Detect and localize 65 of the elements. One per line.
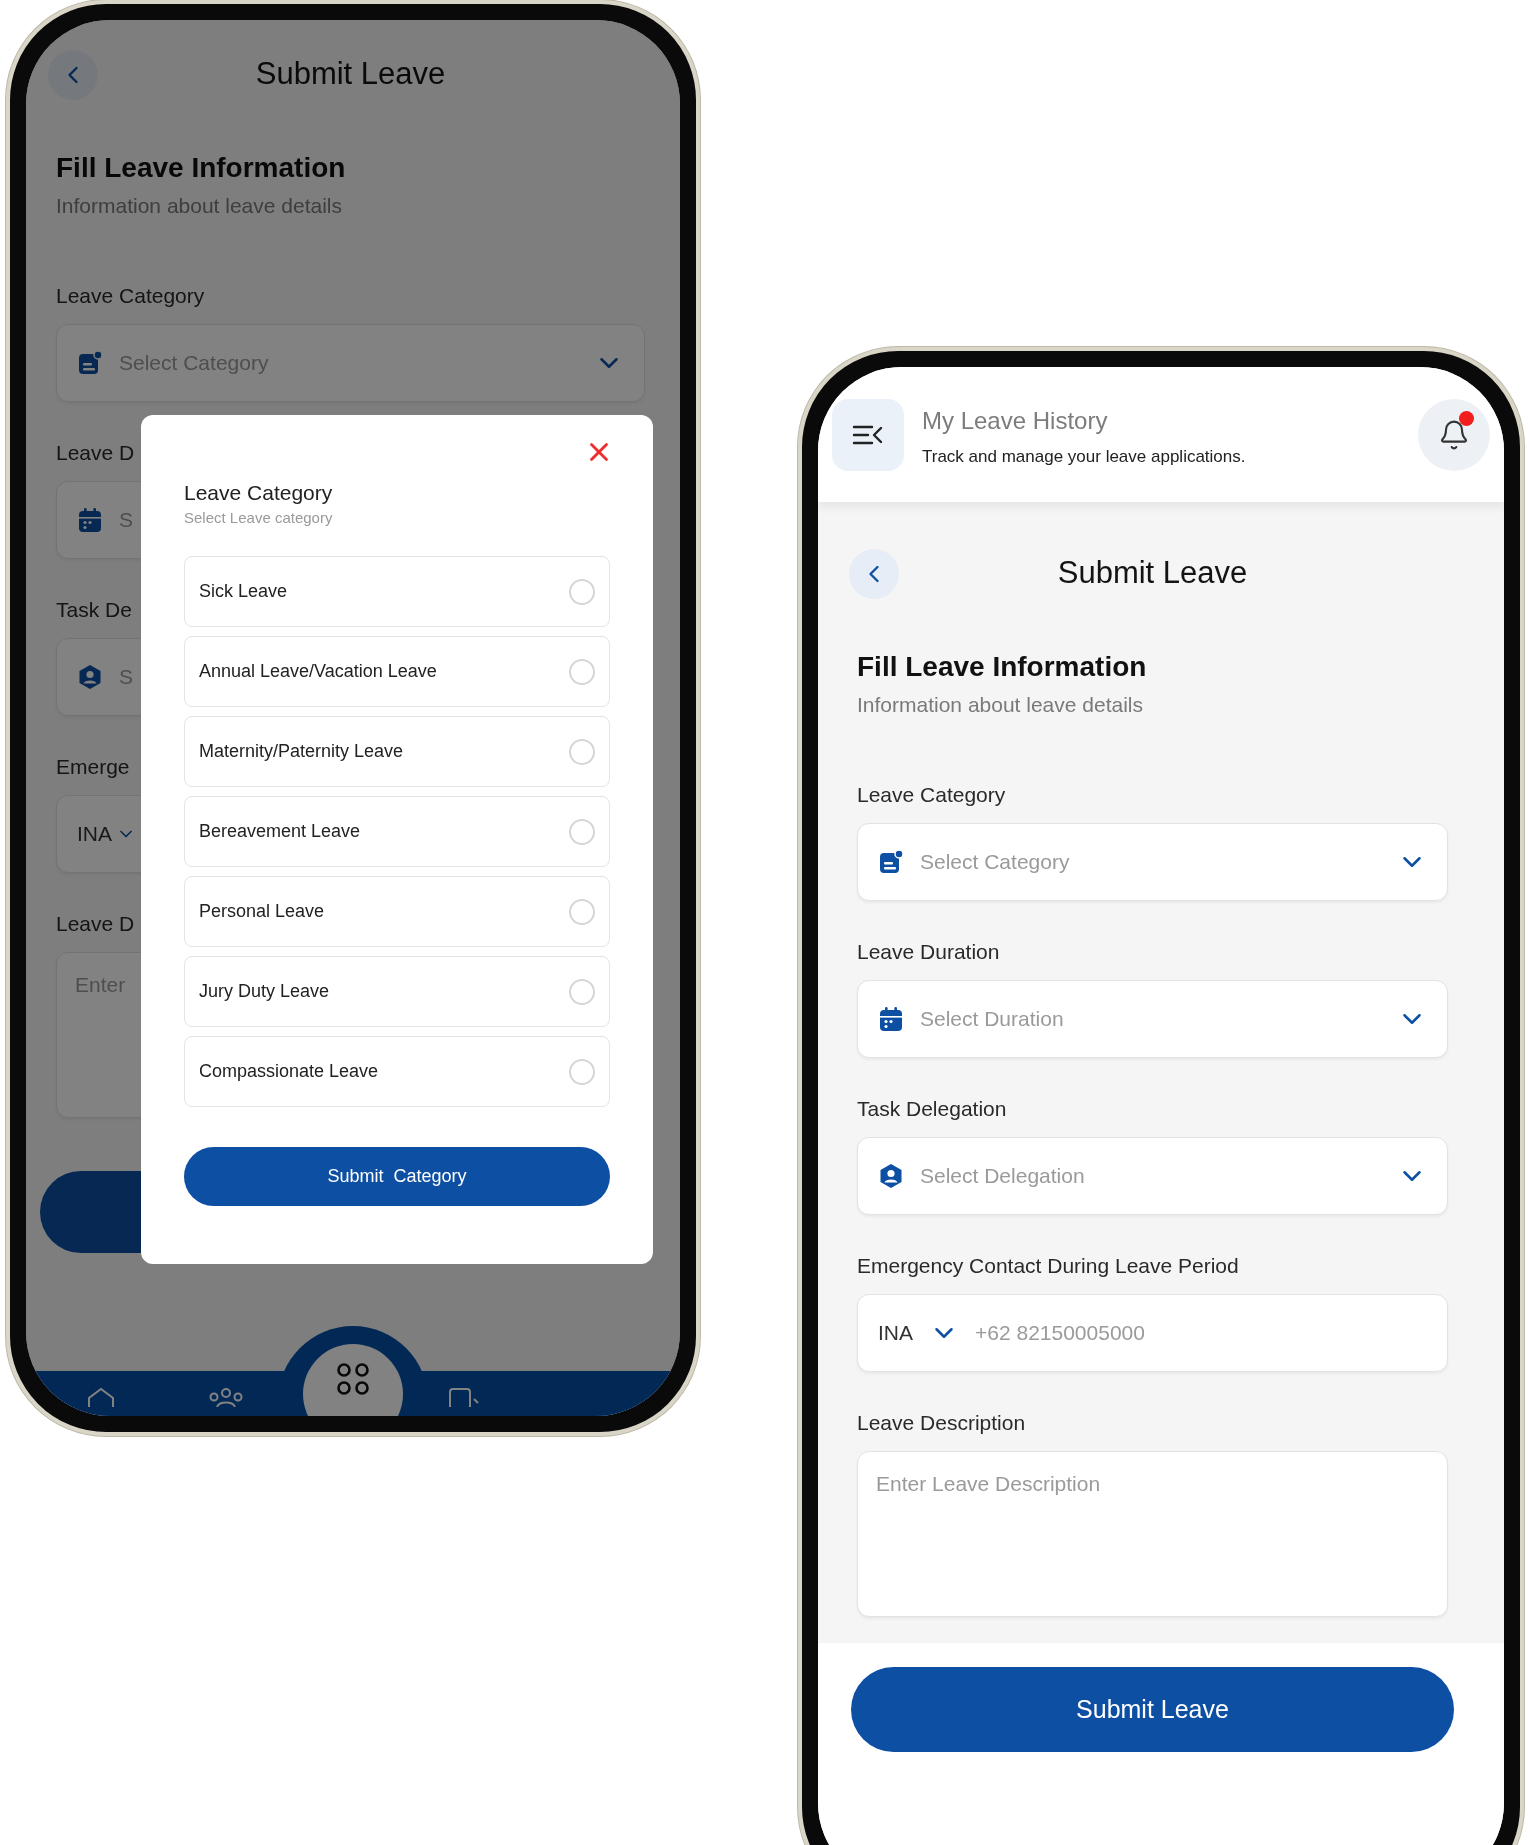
field-label: Emerge: [56, 754, 130, 780]
select-placeholder: Select Category: [920, 850, 1070, 874]
header-subtitle: Track and manage your leave applications.: [922, 446, 1247, 467]
section-title: Fill Leave Information: [56, 152, 347, 184]
apps-icon: [336, 1362, 370, 1396]
document-icon: [77, 350, 103, 376]
category-option[interactable]: Bereavement Leave: [184, 796, 610, 867]
field-label: Leave Category: [857, 782, 1006, 808]
submit-leave-button[interactable]: Submit Leave: [851, 1667, 1454, 1752]
option-label: Bereavement Leave: [199, 821, 361, 842]
radio-button[interactable]: [569, 578, 595, 605]
phone-field[interactable]: INA +62 82150005000: [857, 1294, 1448, 1372]
screen-title: Submit Leave: [255, 56, 446, 92]
category-option[interactable]: Sick Leave: [184, 556, 610, 627]
select-placeholder: Select Delegation: [920, 1164, 1085, 1188]
header-title: My Leave History: [922, 406, 1109, 435]
option-label: Jury Duty Leave: [199, 981, 330, 1002]
field-label: Task Delegation: [857, 1096, 1007, 1122]
field-label: Emergency Contact During Leave Period: [857, 1253, 1239, 1279]
section-title: Fill Leave Information: [857, 651, 1148, 683]
option-label: Maternity/Paternity Leave: [199, 741, 404, 762]
screen-title: Submit Leave: [1057, 555, 1248, 591]
modal-title: Leave Category: [184, 481, 334, 505]
field-label: Leave Category: [56, 283, 205, 309]
calendar-icon: [878, 1006, 904, 1032]
menu-icon: [852, 423, 884, 446]
home-icon[interactable]: [86, 1387, 116, 1407]
country-code[interactable]: INA: [77, 822, 112, 846]
radio-button[interactable]: [569, 738, 595, 765]
description-placeholder: Enter Leave Description: [876, 1472, 1101, 1496]
category-option[interactable]: Personal Leave: [184, 876, 610, 947]
select-placeholder: Select Duration: [920, 1007, 1064, 1031]
people-icon[interactable]: [208, 1387, 244, 1407]
radio-button[interactable]: [569, 898, 595, 925]
back-button[interactable]: [849, 549, 899, 599]
option-label: Annual Leave/Vacation Leave: [199, 661, 437, 682]
radio-button[interactable]: [569, 658, 595, 685]
calendar-icon: [77, 507, 103, 533]
bell-icon: [1438, 418, 1470, 451]
radio-button[interactable]: [569, 978, 595, 1005]
radio-button[interactable]: [569, 1058, 595, 1085]
option-label: Sick Leave: [199, 581, 288, 602]
option-label: Compassionate Leave: [199, 1061, 379, 1082]
field-label: Leave Duration: [857, 939, 1000, 965]
country-code[interactable]: INA: [878, 1321, 913, 1345]
field-label: Leave Description: [857, 1410, 1026, 1436]
category-option[interactable]: Compassionate Leave: [184, 1036, 610, 1107]
option-label: Personal Leave: [199, 901, 325, 922]
phone-placeholder: +62 82150005000: [975, 1321, 1145, 1345]
menu-button[interactable]: [832, 398, 904, 471]
section-subtitle: Information about leave details: [56, 194, 343, 218]
category-option[interactable]: Maternity/Paternity Leave: [184, 716, 610, 787]
user-badge-icon: [878, 1163, 904, 1189]
field-label: Leave D: [56, 911, 135, 937]
section-subtitle: Information about leave details: [857, 693, 1144, 717]
back-button[interactable]: [48, 50, 98, 100]
radio-button[interactable]: [569, 818, 595, 845]
document-icon: [878, 849, 904, 875]
modal-subtitle: Select Leave category: [184, 509, 334, 526]
submit-category-button[interactable]: Submit Category: [184, 1147, 610, 1206]
field-label: Leave D: [56, 440, 135, 466]
user-badge-icon: [77, 664, 103, 690]
category-option[interactable]: Jury Duty Leave: [184, 956, 610, 1027]
category-option[interactable]: Annual Leave/Vacation Leave: [184, 636, 610, 707]
field-label: Task De: [56, 597, 132, 623]
